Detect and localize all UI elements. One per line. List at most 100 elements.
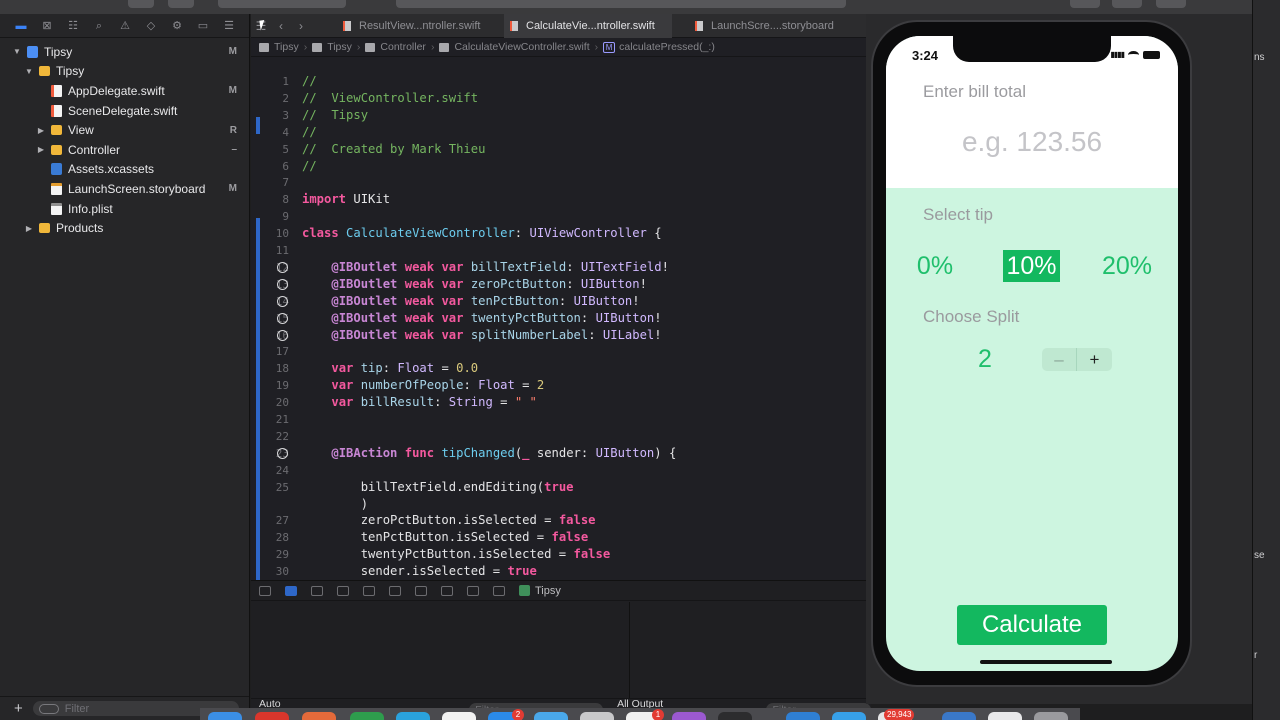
code-line[interactable]: ) [251,496,871,513]
sim-home-button[interactable] [1112,0,1142,8]
code-line[interactable]: 6 // [251,158,871,175]
zero-pct-button[interactable]: 0% [910,250,960,282]
code-line[interactable]: 28 tenPctButton.isSelected = false [251,529,871,546]
outlet-connection-icon[interactable] [277,295,288,307]
code-line[interactable]: 3 // Tipsy [251,107,871,124]
view-hierarchy-icon[interactable] [415,585,427,596]
search-icon[interactable]: ⌕ [92,20,106,32]
breadcrumb-item[interactable]: › Tipsy [299,41,352,53]
code-line[interactable]: 2 // ViewController.swift [251,90,871,107]
code-area[interactable]: 1//2// ViewController.swift 3// Tipsy 4//5… [251,72,871,580]
breakpoint-icon[interactable]: ▭ [196,20,210,32]
breadcrumb-item[interactable]: › CalculateViewController.swift [426,41,590,53]
tree-item-info-plist[interactable]: Info.plist [0,199,249,219]
tree-item-controller[interactable]: ▶ Controller – [0,140,249,160]
breadcrumb-item[interactable]: › Controller [352,41,426,53]
step-over-icon[interactable] [337,585,349,596]
debug-target[interactable]: Tipsy [519,585,561,597]
code-line[interactable]: 20 var billResult: String = " " [251,394,871,411]
bill-text-field[interactable] [886,120,1178,164]
code-line[interactable]: 1 // [251,73,871,90]
disclosure-icon[interactable]: ▼ [24,67,34,76]
debug-icon[interactable]: ⚙ [170,20,184,32]
scheme-selector[interactable] [218,0,346,8]
step-in-icon[interactable] [363,585,375,596]
code-line[interactable]: 9 [251,208,871,225]
tree-item-launchscreen-storyboard[interactable]: LaunchScreen.storyboard M [0,179,249,199]
code-line[interactable]: 27 zeroPctButton.isSelected = false [251,512,871,529]
stepper-minus-button[interactable]: – [1042,348,1077,371]
code-line[interactable]: 24 [251,462,871,479]
disclosure-icon[interactable]: ▶ [36,145,46,154]
code-line[interactable]: 13 @IBOutlet weak var zeroPctButton: UIB… [251,276,871,293]
folder-icon[interactable] [942,712,976,720]
tab-result-view-controller[interactable]: ResultView...ntroller.swift [337,14,501,38]
code-line[interactable]: 11 [251,242,871,259]
code-line[interactable]: 17 [251,343,871,360]
add-file-icon[interactable]: + [14,700,23,717]
breakpoints-toggle-icon[interactable] [285,585,297,596]
report-icon[interactable]: ☰ [222,20,236,32]
tab-calculate-view-controller[interactable]: CalculateVie...ntroller.swift [504,14,672,38]
source-control-icon[interactable]: ⊠ [40,20,54,32]
location-icon[interactable] [493,585,505,596]
pause-icon[interactable] [311,585,323,596]
variables-view[interactable] [251,602,630,699]
folder-icon[interactable]: ▬ [14,20,28,32]
run-button[interactable] [128,0,154,8]
finder-icon[interactable] [208,712,242,720]
code-line[interactable]: 7 [251,174,871,191]
stepper-plus-button[interactable]: + [1077,348,1112,371]
code-line[interactable]: 16 @IBOutlet weak var splitNumberLabel: … [251,327,871,344]
simulator-icon[interactable] [832,712,866,720]
split-stepper[interactable]: – + [1042,348,1112,371]
breadcrumb-item[interactable]: Tipsy [259,41,299,53]
forward-chevron-icon[interactable]: › [291,19,311,33]
back-chevron-icon[interactable]: ‹ [271,19,291,33]
tree-item-tipsy[interactable]: ▼ Tipsy M [0,42,249,62]
ten-pct-button[interactable]: 10% [1003,250,1060,282]
outlet-connection-icon[interactable] [277,312,288,324]
code-line[interactable]: 15 @IBOutlet weak var twentyPctButton: U… [251,310,871,327]
podcasts-icon[interactable] [672,712,706,720]
tree-item-scenedelegate-swift[interactable]: SceneDelegate.swift [0,101,249,121]
disclosure-icon[interactable]: ▶ [24,224,34,233]
photos-icon[interactable] [442,712,476,720]
symbol-icon[interactable]: ☷ [66,20,80,32]
tree-item-view[interactable]: ▶ View R [0,120,249,140]
tree-item-appdelegate-swift[interactable]: AppDelegate.swift M [0,81,249,101]
tree-item-assets-xcassets[interactable]: Assets.xcassets [0,160,249,180]
outlet-connection-icon[interactable] [277,278,288,290]
code-line[interactable]: 22 [251,428,871,445]
firefox-icon[interactable] [302,712,336,720]
memory-graph-icon[interactable] [441,585,453,596]
code-line[interactable]: 29 twentyPctButton.isSelected = false [251,546,871,563]
code-line[interactable]: 25 billTextField.endEditing(true [251,479,871,496]
outlet-connection-icon[interactable] [277,329,288,341]
safari-icon[interactable] [396,712,430,720]
code-line[interactable]: 8 import UIKit [251,191,871,208]
sim-screenshot-button[interactable] [1070,0,1100,8]
tree-item-tipsy[interactable]: ▼ Tipsy [0,62,249,82]
xcode-icon[interactable] [786,712,820,720]
code-line[interactable]: 10 class CalculateViewController: UIViewC… [251,225,871,242]
system-preferences-icon[interactable] [580,712,614,720]
twenty-pct-button[interactable]: 20% [1096,250,1158,282]
document-icon[interactable] [988,712,1022,720]
code-line[interactable]: 21 [251,411,871,428]
breadcrumb-item[interactable]: › McalculatePressed(_:) [590,41,715,53]
warning-icon[interactable]: ⚠ [118,20,132,32]
disclosure-icon[interactable]: ▶ [36,126,46,135]
code-line[interactable]: 18 var tip: Float = 0.0 [251,360,871,377]
code-line[interactable]: 5 // Created by Mark Thieu [251,141,871,158]
code-line[interactable]: 30 sender.isSelected = true [251,563,871,580]
calculate-button[interactable]: Calculate [957,605,1107,645]
launchpad-icon[interactable] [255,712,289,720]
code-line[interactable]: 19 var numberOfPeople: Float = 2 [251,377,871,394]
code-line[interactable]: 23 @IBAction func tipChanged(_ sender: U… [251,445,871,462]
hide-debug-icon[interactable] [259,585,271,596]
outlet-connection-icon[interactable] [277,261,288,273]
tab-launch-screen[interactable]: LaunchScre....storyboard [689,14,857,38]
code-line[interactable]: 4 // [251,124,871,141]
code-line[interactable]: 14 @IBOutlet weak var tenPctButton: UIBu… [251,293,871,310]
